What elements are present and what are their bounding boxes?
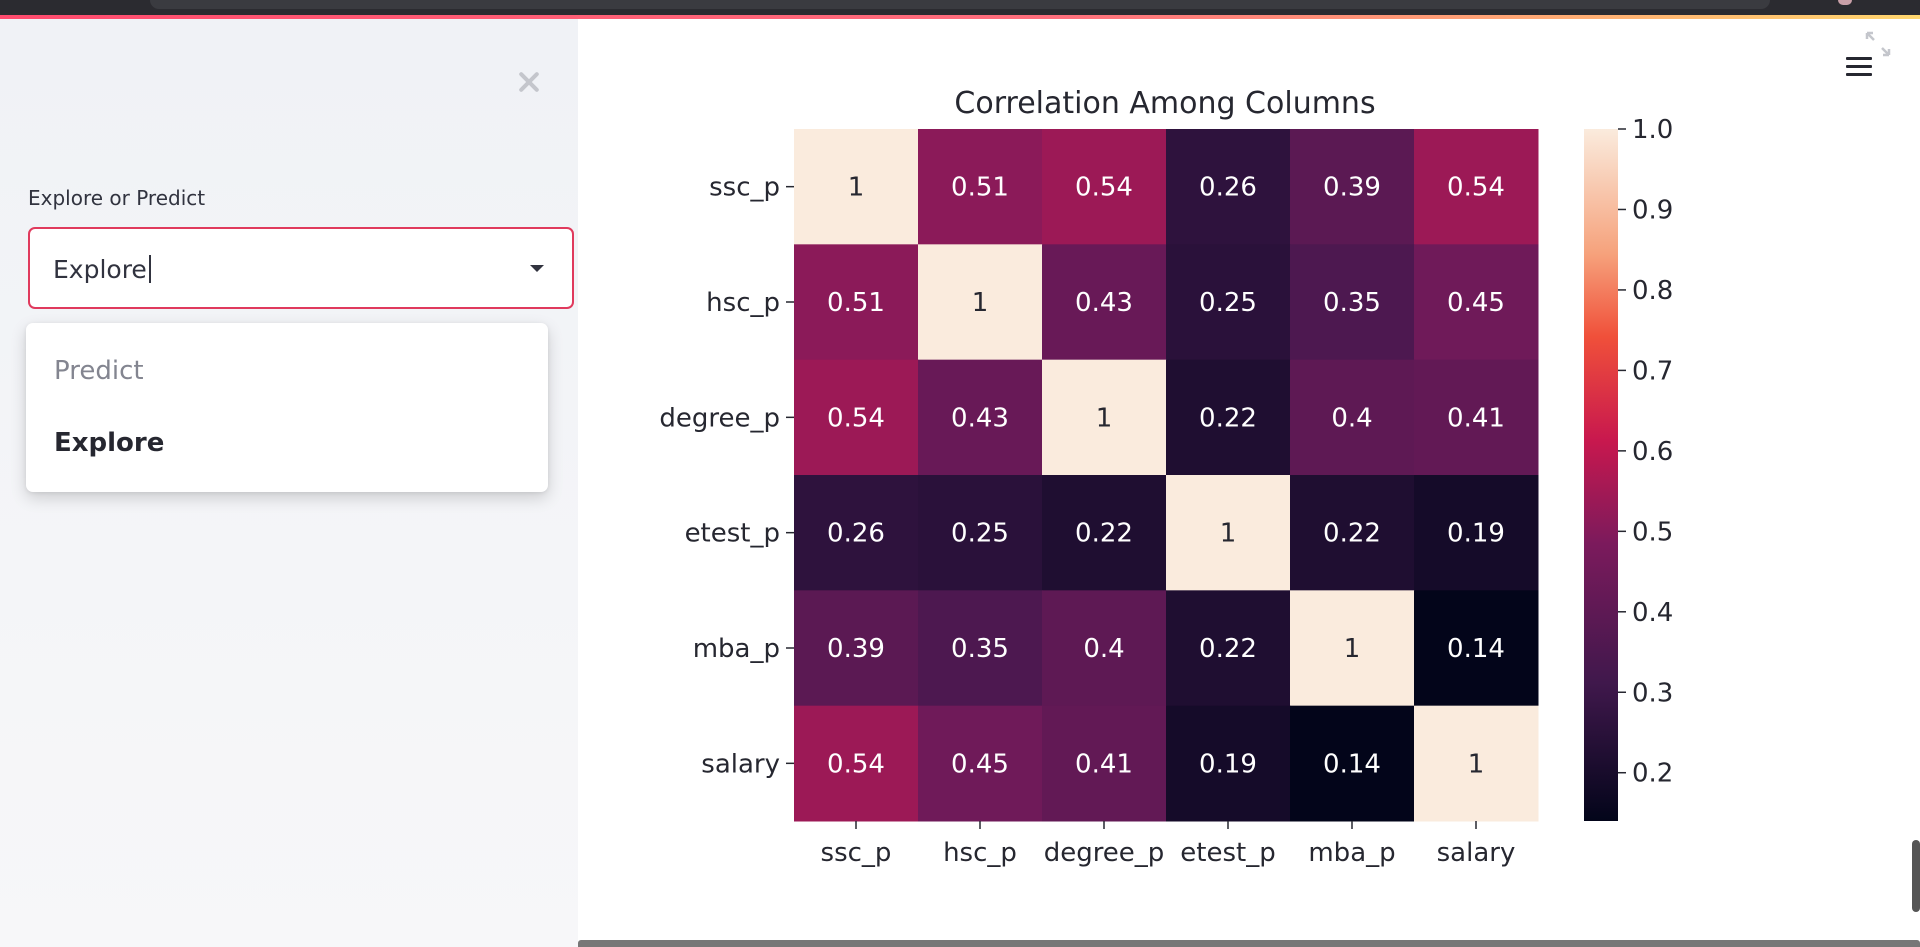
option-predict[interactable]: Predict xyxy=(54,356,144,386)
chart-title: Correlation Among Columns xyxy=(954,86,1375,121)
cell-value-label: 0.35 xyxy=(951,634,1009,664)
row-label: degree_p xyxy=(659,403,780,433)
address-bar[interactable] xyxy=(150,0,1770,9)
cell-value-label: 0.14 xyxy=(1323,749,1381,779)
colorbar-tick-label: 0.4 xyxy=(1632,598,1673,628)
select-value-text: Explore xyxy=(53,255,147,284)
cell-value-label: 0.22 xyxy=(1199,634,1257,664)
column-label: ssc_p xyxy=(821,838,892,868)
column-label: hsc_p xyxy=(943,838,1017,868)
cell-value-label: 1 xyxy=(1468,749,1485,779)
cell-value-label: 0.54 xyxy=(827,403,885,433)
cell-value-label: 0.4 xyxy=(1331,403,1372,433)
avatar[interactable] xyxy=(1838,0,1852,5)
horizontal-scrollbar[interactable] xyxy=(578,940,1920,947)
cell-value-label: 0.4 xyxy=(1083,634,1124,664)
cell-value-label: 0.14 xyxy=(1447,634,1505,664)
cell-value-label: 0.54 xyxy=(1075,173,1133,203)
cell-value-label: 0.54 xyxy=(1447,173,1505,203)
option-explore[interactable]: Explore xyxy=(54,428,164,458)
cell-value-label: 0.43 xyxy=(1075,288,1133,318)
row-label: hsc_p xyxy=(706,288,780,318)
hamburger-menu-icon[interactable] xyxy=(1846,57,1872,77)
cell-value-label: 0.19 xyxy=(1199,749,1257,779)
row-label: mba_p xyxy=(693,634,780,664)
colorbar-tick-label: 0.8 xyxy=(1632,276,1673,306)
colorbar xyxy=(1584,129,1618,821)
close-sidebar-button[interactable] xyxy=(512,65,546,99)
cell-value-label: 1 xyxy=(1096,403,1113,433)
cell-value-label: 0.35 xyxy=(1323,288,1381,318)
cell-value-label: 0.39 xyxy=(1323,173,1381,203)
row-label: etest_p xyxy=(685,519,780,549)
column-label: degree_p xyxy=(1044,838,1165,868)
mode-select[interactable]: Explore xyxy=(28,227,574,309)
select-label: Explore or Predict xyxy=(28,186,206,210)
text-caret xyxy=(148,255,151,283)
colorbar-tick-label: 0.6 xyxy=(1632,437,1673,467)
cell-value-label: 0.41 xyxy=(1447,403,1505,433)
column-label: etest_p xyxy=(1180,838,1275,868)
cell-value-label: 0.22 xyxy=(1075,519,1133,549)
chevron-down-icon[interactable] xyxy=(530,265,544,272)
cell-value-label: 0.19 xyxy=(1447,519,1505,549)
browser-top-bar xyxy=(0,0,1920,19)
column-label: mba_p xyxy=(1308,838,1395,868)
cell-value-label: 0.26 xyxy=(827,519,885,549)
cell-value-label: 0.26 xyxy=(1199,173,1257,203)
colorbar-tick-label: 0.5 xyxy=(1632,517,1673,547)
colorbar-tick-label: 0.2 xyxy=(1632,759,1673,789)
colorbar-tick-label: 1.0 xyxy=(1632,115,1673,145)
row-label: ssc_p xyxy=(709,173,780,203)
cell-value-label: 0.39 xyxy=(827,634,885,664)
cell-value-label: 0.45 xyxy=(951,749,1009,779)
cell-value-label: 0.41 xyxy=(1075,749,1133,779)
cell-value-label: 0.25 xyxy=(951,519,1009,549)
column-label: salary xyxy=(1437,838,1516,868)
colorbar-tick-label: 0.3 xyxy=(1632,678,1673,708)
select-value[interactable]: Explore xyxy=(53,255,151,284)
select-dropdown-menu: Predict Explore xyxy=(26,323,548,492)
correlation-heatmap: Correlation Among Columns 1 0.51 0.54 0.26 0… xyxy=(659,86,1673,868)
row-label: salary xyxy=(701,749,780,779)
colorbar-tick-label: 0.7 xyxy=(1632,356,1673,386)
cell-value-label: 0.22 xyxy=(1323,519,1381,549)
cell-value-label: 0.51 xyxy=(951,173,1009,203)
colorbar-tick-label: 0.9 xyxy=(1632,195,1673,225)
cell-value-label: 1 xyxy=(848,173,865,203)
vertical-scrollbar[interactable] xyxy=(1912,840,1920,912)
cell-value-label: 0.22 xyxy=(1199,403,1257,433)
cell-value-label: 0.25 xyxy=(1199,288,1257,318)
cell-value-label: 1 xyxy=(1220,519,1237,549)
fullscreen-icon[interactable] xyxy=(1864,30,1892,58)
cell-value-label: 1 xyxy=(972,288,989,318)
cell-value-label: 0.45 xyxy=(1447,288,1505,318)
cell-value-label: 1 xyxy=(1344,634,1361,664)
cell-value-label: 0.54 xyxy=(827,749,885,779)
cell-value-label: 0.43 xyxy=(951,403,1009,433)
sidebar: Explore or Predict Explore Predict Explo… xyxy=(0,19,578,947)
cell-value-label: 0.51 xyxy=(827,288,885,318)
